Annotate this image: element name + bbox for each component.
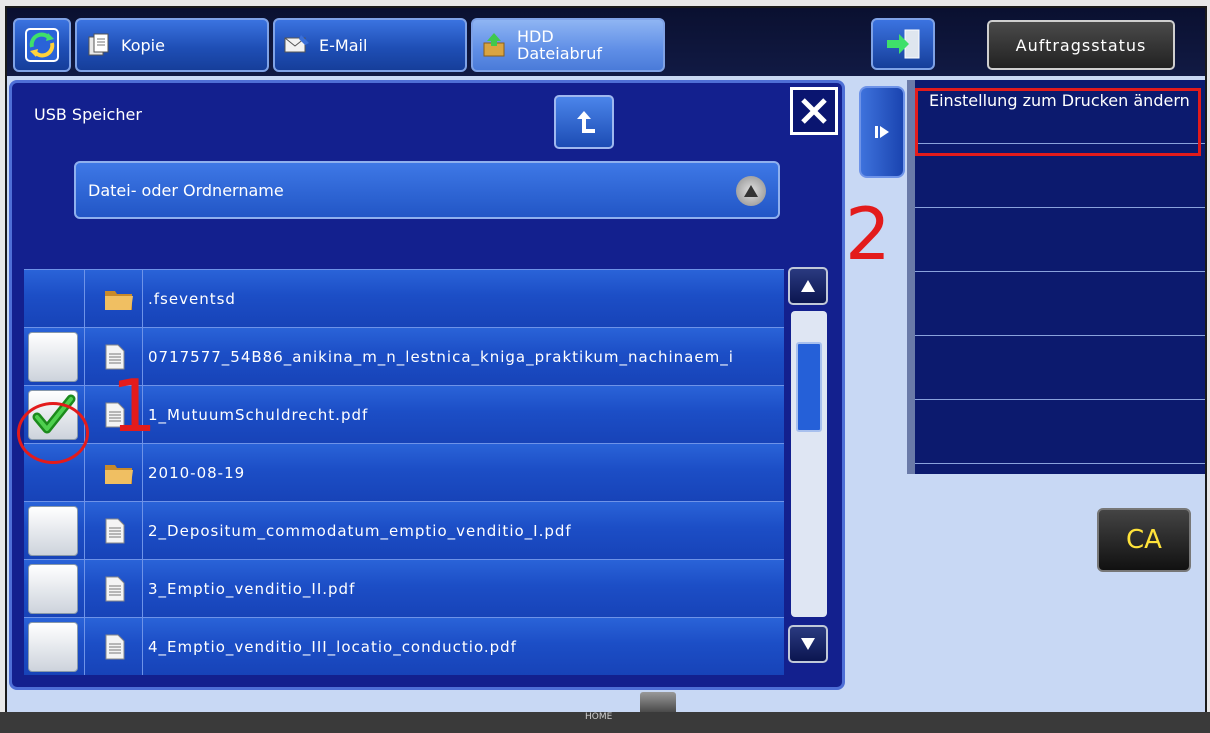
folder-icon bbox=[104, 286, 133, 312]
ca-button[interactable]: CA bbox=[1097, 508, 1191, 572]
tab-kopie[interactable]: Kopie bbox=[75, 18, 269, 72]
list-scrollbar[interactable] bbox=[788, 267, 830, 677]
file-name: 2_Depositum_commodatum_emptio_venditio_I… bbox=[148, 522, 572, 540]
scroll-up-button[interactable] bbox=[788, 267, 828, 305]
file-name: .fseventsd bbox=[148, 290, 236, 308]
triangle-up-icon bbox=[801, 280, 815, 292]
tab-email-label: E-Mail bbox=[319, 35, 368, 55]
bottom-bar: HOME bbox=[0, 712, 1210, 733]
tab-hdd-label-1: HDD bbox=[517, 27, 554, 46]
location-label: USB Speicher bbox=[34, 105, 142, 124]
column-divider bbox=[142, 444, 143, 501]
file-name: 4_Emptio_venditio_III_locatio_conductio.… bbox=[148, 638, 517, 656]
side-panel-item-empty bbox=[915, 272, 1205, 336]
tab-hdd-label-2: Dateiabruf bbox=[517, 44, 602, 63]
play-bar-icon bbox=[875, 126, 889, 138]
close-button[interactable] bbox=[790, 87, 838, 135]
folder-icon bbox=[104, 460, 133, 486]
tab-hdd-dateiabruf[interactable]: HDD Dateiabruf bbox=[471, 18, 665, 72]
file-checkbox[interactable] bbox=[28, 564, 78, 614]
file-row[interactable]: .fseventsd bbox=[24, 269, 784, 327]
tab-email[interactable]: E-Mail bbox=[273, 18, 467, 72]
row-checkbox-cell[interactable] bbox=[24, 560, 84, 618]
row-checkbox-cell[interactable] bbox=[24, 618, 84, 676]
top-bar: Kopie E-Mail HDD Dateiabruf Auftragsstat… bbox=[7, 8, 1205, 76]
close-icon bbox=[801, 98, 827, 124]
file-row[interactable]: 4_Emptio_venditio_III_locatio_conductio.… bbox=[24, 617, 784, 675]
side-panel-item-empty bbox=[915, 208, 1205, 272]
annotation-number-1: 1 bbox=[111, 364, 157, 448]
scroll-track[interactable] bbox=[791, 311, 827, 617]
file-list: .fseventsd 0717577_54B86_anikina_m_n_lest… bbox=[24, 269, 784, 681]
file-row[interactable]: 2_Depositum_commodatum_emptio_venditio_I… bbox=[24, 501, 784, 559]
printer-screen: Kopie E-Mail HDD Dateiabruf Auftragsstat… bbox=[5, 6, 1207, 718]
column-divider bbox=[84, 618, 85, 675]
home-label: HOME bbox=[585, 712, 613, 722]
file-row[interactable]: 2010-08-19 bbox=[24, 443, 784, 501]
annotation-number-2: 2 bbox=[845, 192, 891, 276]
file-checkbox[interactable] bbox=[28, 332, 78, 382]
side-panel-toggle[interactable] bbox=[859, 86, 905, 178]
file-name: 2010-08-19 bbox=[148, 464, 246, 482]
row-checkbox-cell[interactable] bbox=[24, 502, 84, 560]
home-rotate-icon bbox=[25, 28, 59, 62]
auftragsstatus-button[interactable]: Auftragsstatus bbox=[987, 20, 1175, 70]
annotation-circle-1 bbox=[17, 402, 89, 464]
column-divider bbox=[142, 502, 143, 559]
row-checkbox-cell[interactable] bbox=[24, 270, 84, 328]
side-panel-item-empty bbox=[915, 400, 1205, 464]
column-divider bbox=[142, 618, 143, 675]
sort-ascending-icon bbox=[736, 176, 766, 206]
exit-door-icon bbox=[887, 29, 920, 59]
sort-label: Datei- oder Ordnername bbox=[88, 180, 284, 200]
email-icon bbox=[284, 35, 309, 53]
column-divider bbox=[142, 270, 143, 327]
exit-button[interactable] bbox=[871, 18, 935, 70]
file-checkbox[interactable] bbox=[28, 622, 78, 672]
row-checkbox-cell[interactable] bbox=[24, 328, 84, 386]
column-divider bbox=[142, 560, 143, 617]
column-divider bbox=[84, 502, 85, 559]
file-checkbox[interactable] bbox=[28, 506, 78, 556]
document-icon bbox=[104, 634, 130, 660]
arrow-up-back-icon bbox=[577, 111, 595, 133]
file-name: 1_MutuumSchuldrecht.pdf bbox=[148, 406, 369, 424]
folder-upload-icon bbox=[483, 33, 505, 57]
document-icon bbox=[104, 576, 130, 602]
column-divider bbox=[84, 444, 85, 501]
scroll-thumb[interactable] bbox=[796, 342, 822, 432]
file-name: 0717577_54B86_anikina_m_n_lestnica_kniga… bbox=[148, 348, 734, 366]
side-panel-item-empty bbox=[915, 336, 1205, 400]
copy-icon bbox=[88, 33, 109, 56]
column-divider bbox=[84, 560, 85, 617]
file-row[interactable]: 3_Emptio_venditio_II.pdf bbox=[24, 559, 784, 617]
column-divider bbox=[84, 328, 85, 385]
annotation-box-2 bbox=[915, 88, 1201, 156]
tab-kopie-label: Kopie bbox=[121, 35, 165, 55]
triangle-down-icon bbox=[801, 638, 815, 650]
scroll-down-button[interactable] bbox=[788, 625, 828, 663]
sort-by-name-button[interactable]: Datei- oder Ordnername bbox=[74, 161, 780, 219]
document-icon bbox=[104, 518, 130, 544]
up-folder-button[interactable] bbox=[554, 95, 614, 149]
file-name: 3_Emptio_venditio_II.pdf bbox=[148, 580, 356, 598]
column-divider bbox=[84, 270, 85, 327]
home-button[interactable] bbox=[13, 18, 71, 72]
